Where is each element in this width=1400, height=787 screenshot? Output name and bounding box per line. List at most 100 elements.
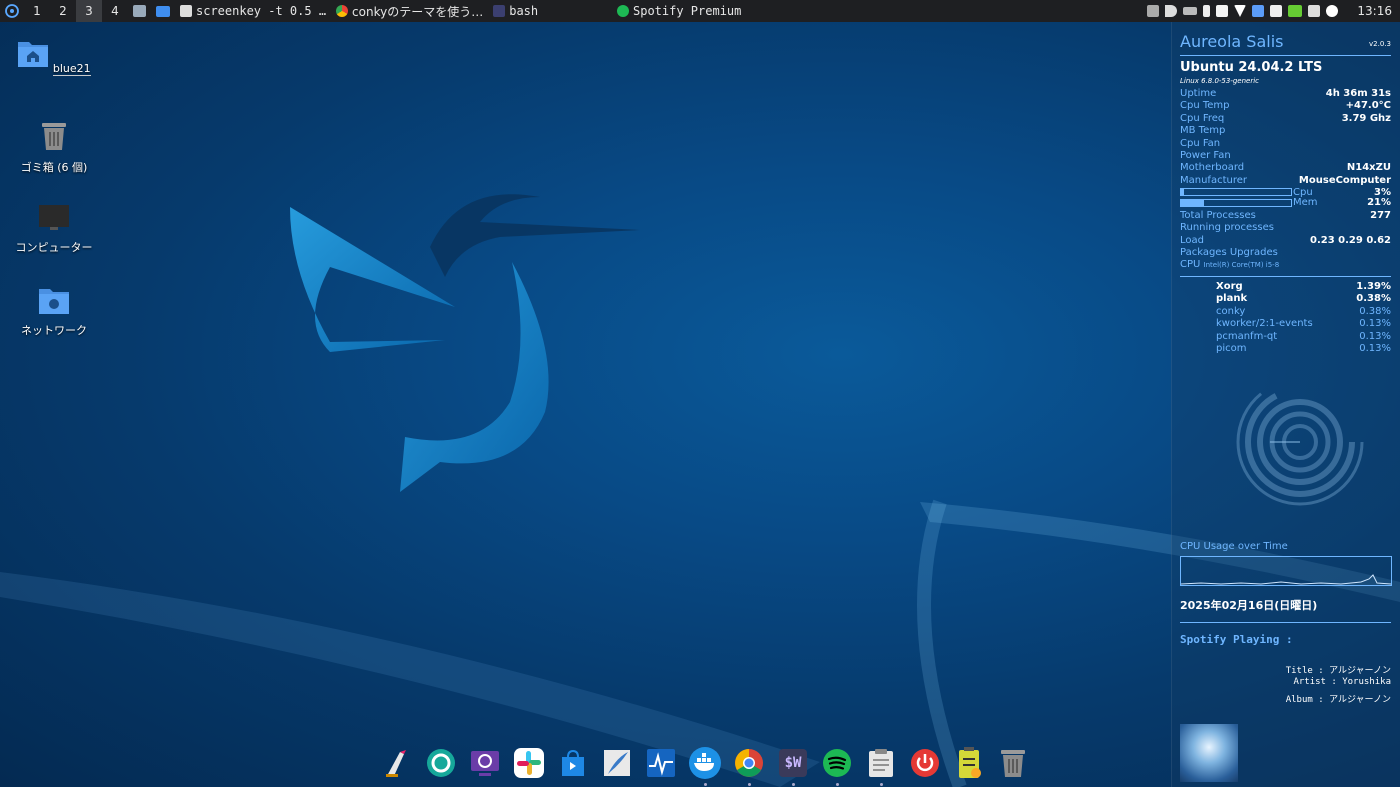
dock-item-power[interactable] [906,744,944,782]
clipboard-tray-icon[interactable] [1270,5,1282,17]
wifi-icon[interactable] [1234,5,1246,17]
desktop-icon-label: コンピューター [15,241,93,254]
desktop-icon-computer[interactable]: コンピューター [9,204,99,255]
taskbar-item-screenkey[interactable]: screenkey -t 0.5 … [175,0,331,22]
cpu-usage-graph [1180,556,1392,586]
dock-item-clipboard[interactable] [862,744,900,786]
process-cpu: 0.13% [1359,331,1391,342]
process-row: Xorg 1.39% [1216,281,1391,293]
notes-icon[interactable] [1216,5,1228,17]
keyboard-icon[interactable] [1183,7,1197,15]
top-panel: 1 2 3 4 screenkey -t 0.5 … conkyのテーマを使う…… [0,0,1400,22]
dock-item-software-store[interactable] [554,744,592,782]
dock-item-chrome[interactable] [730,744,768,786]
software-store-icon [562,749,584,776]
update-icon[interactable] [1252,5,1264,17]
desktop-icon-label: ゴミ箱 (6 個) [20,161,88,174]
dock-item-camera[interactable] [422,744,460,782]
date-label: 2025年02月16日(日曜日) [1180,599,1318,612]
desktop-icon-label: ネットワーク [21,324,87,337]
process-cpu: 1.39% [1356,281,1391,292]
process-name: kworker/2:1-events [1216,318,1313,329]
dock: $W [378,742,1032,786]
process-name: Xorg [1216,281,1243,292]
info-value: 4h 36m 31s [1325,88,1391,99]
running-indicator [747,783,751,786]
file-manager-button[interactable] [151,0,175,22]
os-name: Ubuntu 24.04.2 LTS [1180,60,1323,75]
workspace-3[interactable]: 3 [76,0,102,22]
dock-item-slack[interactable] [510,744,548,782]
cpu-usage-bar [1180,188,1292,196]
info-value: MouseComputer [1298,175,1391,186]
spotify-artist: Artist : Yorushika [1293,677,1391,687]
chrome-icon [336,5,349,17]
info-value: 0.23 0.29 0.62 [1310,235,1391,246]
docker-icon [689,747,721,779]
info-value: N14xZU [1346,162,1391,173]
dock-item-battery[interactable] [950,744,988,782]
terminal-sw-label: $W [784,755,802,771]
mem-bar-value: 21% [1367,197,1391,208]
terminal-icon [493,5,506,17]
lubuntu-logo-icon [5,4,19,18]
info-key: Manufacturer [1180,175,1247,186]
system-tray [1147,0,1338,22]
info-value: 3.79 Ghz [1341,113,1391,124]
clock[interactable]: 13:16 [1357,0,1392,22]
feather-editor-icon [604,750,630,776]
remote-desktop-icon [471,751,499,776]
slack-icon [514,748,544,778]
app-menu-button[interactable] [0,0,24,22]
desktop-icon-home[interactable]: blue21 [9,38,99,76]
running-indicator [703,783,707,786]
bluetooth-icon[interactable] [1203,5,1210,17]
dock-item-remote-desktop[interactable] [466,744,504,782]
spotify-title: Title : アルジャーノン [1285,666,1391,676]
info-value: +47.0°C [1345,100,1391,111]
workspace-4[interactable]: 4 [102,0,128,22]
info-row: Total Processes 277 [1180,210,1391,222]
dock-item-text-editor[interactable] [378,744,416,782]
camera-shutter-icon [427,749,455,777]
spotify-icon [823,749,851,777]
desktop-icon-trash[interactable]: ゴミ箱 (6 個) [9,120,99,175]
dock-item-spotify[interactable] [818,744,856,786]
task-label: screenkey -t 0.5 … [196,4,327,18]
dock-item-system-monitor[interactable] [642,744,680,782]
dock-item-terminal[interactable]: $W [774,744,812,786]
taskbar-item-chrome[interactable]: conkyのテーマを使う… [331,0,488,22]
process-name: pcmanfm-qt [1216,331,1278,342]
taskbar-item-bash[interactable]: bash [488,0,543,22]
process-row: kworker/2:1-events 0.13% [1216,318,1391,330]
running-indicator [835,783,839,786]
spotify-tray-icon[interactable] [1326,5,1338,17]
info-key: MB Temp [1180,125,1226,136]
process-name: conky [1216,306,1246,317]
dock-item-trash[interactable] [994,744,1032,782]
cpu-model-row: CPU Intel(R) Core(TM) i5-8 [1180,259,1279,270]
dock-item-docker[interactable] [686,744,724,786]
tray-app-icon[interactable] [1147,5,1159,17]
show-desktop-button[interactable] [128,0,151,22]
battery-icon[interactable] [1288,5,1302,17]
workspace-1[interactable]: 1 [24,0,50,22]
info-row: Cpu Fan [1180,138,1391,150]
info-row: Load 0.23 0.29 0.62 [1180,235,1391,247]
desktop-icon-network[interactable]: ネットワーク [9,285,99,338]
dock-item-feather-editor[interactable] [598,744,636,782]
info-key: Uptime [1180,88,1217,99]
clipboard-icon [869,749,893,777]
trash-icon [1001,750,1025,777]
trash-icon [42,123,66,150]
info-row: Power Fan [1180,150,1391,162]
home-folder-icon [18,42,49,67]
info-row: Packages Upgrades [1180,247,1391,259]
conky-version: v2.0.3 [1369,40,1391,48]
info-key: Cpu Fan [1180,138,1221,149]
clipboard-manager-icon[interactable] [1308,5,1320,17]
workspace-2[interactable]: 2 [50,0,76,22]
kernel-version: Linux 6.8.0-53-generic [1180,77,1260,85]
volume-icon[interactable] [1165,5,1177,17]
chrome-icon [735,749,763,777]
